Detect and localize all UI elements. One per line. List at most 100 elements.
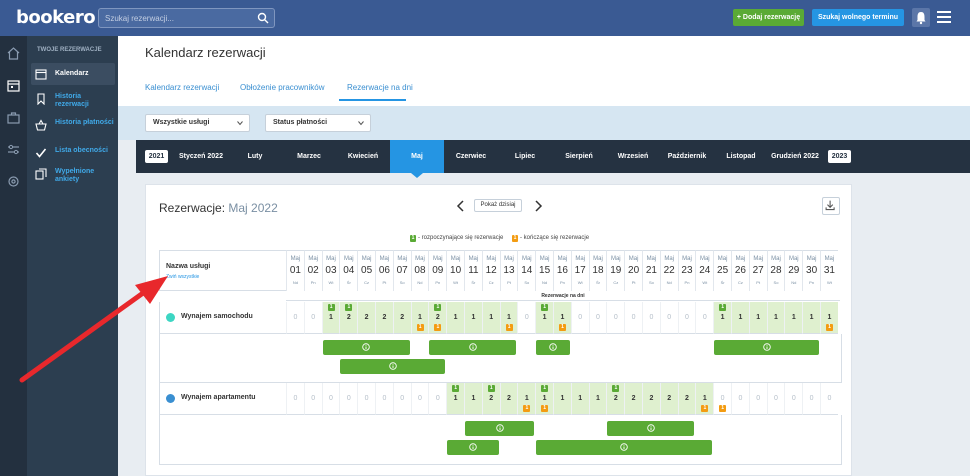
day-count-cell[interactable]: 11 — [695, 383, 714, 415]
day-count-cell[interactable]: 0 — [428, 383, 447, 415]
reservation-bar[interactable] — [536, 340, 570, 355]
day-count-cell[interactable]: 0 — [357, 383, 375, 415]
sliders-icon[interactable] — [6, 142, 21, 157]
add-reservation-button[interactable]: + Dodaj rezerwację — [733, 9, 804, 26]
day-count-cell[interactable]: 0 — [392, 383, 411, 415]
calendar-icon[interactable] — [6, 78, 21, 93]
briefcase-icon[interactable] — [6, 110, 21, 125]
day-count-cell[interactable]: 21 — [481, 383, 500, 415]
month-tab[interactable]: Październik — [660, 140, 714, 173]
day-count-cell[interactable]: 1 — [802, 302, 820, 334]
day-count-cell[interactable]: 0 — [731, 383, 749, 415]
day-count-cell[interactable]: 0 — [570, 302, 589, 334]
reservation-bar[interactable] — [465, 421, 535, 436]
month-tab[interactable]: Czerwiec — [444, 140, 498, 173]
year-prev-button[interactable]: 2021 — [145, 150, 168, 163]
reservation-bar[interactable] — [429, 340, 517, 355]
month-tab[interactable]: Luty — [228, 140, 282, 173]
tab-reservations-by-day[interactable]: Rezerwacje na dni — [347, 83, 413, 92]
day-count-cell[interactable]: 2 — [499, 383, 518, 415]
day-count-cell[interactable]: 1 — [553, 383, 571, 415]
reservation-bar[interactable] — [607, 421, 695, 436]
find-free-slot-button[interactable]: Szukaj wolnego terminu — [812, 9, 904, 26]
notifications-button[interactable] — [912, 8, 930, 27]
day-count-cell[interactable]: 2 — [624, 383, 642, 415]
reservation-bar[interactable] — [340, 359, 446, 374]
day-count-cell[interactable]: 2 — [392, 302, 411, 334]
day-count-cell[interactable]: 1 — [784, 302, 803, 334]
day-count-cell[interactable]: 1 — [464, 383, 482, 415]
day-count-cell[interactable]: 0 — [303, 383, 322, 415]
service-row-label[interactable]: Wynajem samochodu — [159, 302, 286, 334]
day-count-cell[interactable]: 2 — [642, 383, 660, 415]
sidebar-item-calendar[interactable]: Kalendarz — [31, 63, 115, 85]
day-count-cell[interactable]: 0 — [748, 383, 767, 415]
download-button[interactable] — [822, 197, 840, 215]
search-icon[interactable] — [257, 12, 269, 24]
payment-status-select[interactable]: Status płatności — [265, 114, 371, 132]
day-count-cell[interactable]: 0 — [321, 383, 340, 415]
day-count-cell[interactable]: 0 — [588, 302, 607, 334]
day-count-cell[interactable]: 11 — [820, 302, 838, 334]
month-tab[interactable]: Wrzesień — [606, 140, 660, 173]
home-icon[interactable] — [6, 46, 21, 61]
day-count-cell[interactable]: 0 — [286, 383, 304, 415]
day-count-cell[interactable]: 11 — [321, 302, 340, 334]
year-next-button[interactable]: 2023 — [828, 150, 851, 163]
day-count-cell[interactable]: 1 — [766, 302, 785, 334]
day-count-cell[interactable]: 1 — [748, 302, 767, 334]
month-tab[interactable]: Kwiecień — [336, 140, 390, 173]
services-select[interactable]: Wszystkie usługi — [145, 114, 250, 132]
day-count-cell[interactable]: 21 — [339, 302, 358, 334]
day-count-cell[interactable]: 1 — [588, 383, 607, 415]
day-count-cell[interactable]: 1 — [481, 302, 500, 334]
day-count-cell[interactable]: 0 — [820, 383, 838, 415]
day-count-cell[interactable]: 11 — [535, 302, 553, 334]
settings-icon[interactable] — [6, 174, 21, 189]
day-count-cell[interactable]: 11 — [713, 302, 731, 334]
day-count-cell[interactable]: 11 — [517, 383, 536, 415]
day-count-cell[interactable]: 0 — [410, 383, 429, 415]
day-count-cell[interactable]: 0 — [339, 383, 358, 415]
logo[interactable]: bookero — [16, 7, 96, 28]
month-tab[interactable]: Lipiec — [498, 140, 552, 173]
day-count-cell[interactable]: 11 — [446, 383, 464, 415]
day-count-cell[interactable]: 11 — [553, 302, 571, 334]
menu-button[interactable] — [937, 11, 951, 24]
day-count-cell[interactable]: 2 — [677, 383, 696, 415]
day-count-cell[interactable]: 2 — [375, 302, 393, 334]
day-count-cell[interactable]: 0 — [784, 383, 803, 415]
day-count-cell[interactable]: 211 — [428, 302, 447, 334]
day-count-cell[interactable]: 0 — [606, 302, 625, 334]
day-count-cell[interactable]: 0 — [286, 302, 304, 334]
day-count-cell[interactable]: 21 — [606, 383, 625, 415]
day-count-cell[interactable]: 1 — [446, 302, 464, 334]
day-count-cell[interactable]: 11 — [499, 302, 518, 334]
reservation-bar[interactable] — [714, 340, 819, 355]
search-box[interactable] — [98, 8, 275, 28]
day-count-cell[interactable]: 0 — [375, 383, 393, 415]
show-today-button[interactable]: Pokaż dzisiaj — [474, 199, 522, 212]
day-count-cell[interactable]: 0 — [303, 302, 322, 334]
month-tab[interactable]: Listopad — [714, 140, 768, 173]
month-tab[interactable]: Maj — [390, 140, 444, 173]
day-count-cell[interactable]: 0 — [517, 302, 536, 334]
day-count-cell[interactable]: 0 — [766, 383, 785, 415]
day-count-cell[interactable]: 1 — [731, 302, 749, 334]
month-tab[interactable]: Marzec — [282, 140, 336, 173]
collapse-all-link[interactable]: Zwiń wszystkie — [166, 274, 199, 280]
day-count-cell[interactable]: 11 — [410, 302, 429, 334]
reservation-bar[interactable] — [322, 340, 410, 355]
month-tab[interactable]: Sierpień — [552, 140, 606, 173]
tab-staff-occupancy[interactable]: Obłożenie pracowników — [240, 83, 325, 92]
reservation-bar[interactable] — [447, 440, 499, 455]
day-count-cell[interactable]: 0 — [624, 302, 642, 334]
month-tab[interactable]: Styczeń 2022 — [174, 140, 228, 173]
month-tab[interactable]: Grudzień 2022 — [768, 140, 822, 173]
day-count-cell[interactable]: 111 — [535, 383, 553, 415]
chevron-left-icon[interactable] — [456, 200, 465, 212]
day-count-cell[interactable]: 0 — [802, 383, 820, 415]
day-count-cell[interactable]: 0 — [659, 302, 678, 334]
day-count-cell[interactable]: 1 — [464, 302, 482, 334]
day-count-cell[interactable]: 0 — [642, 302, 660, 334]
